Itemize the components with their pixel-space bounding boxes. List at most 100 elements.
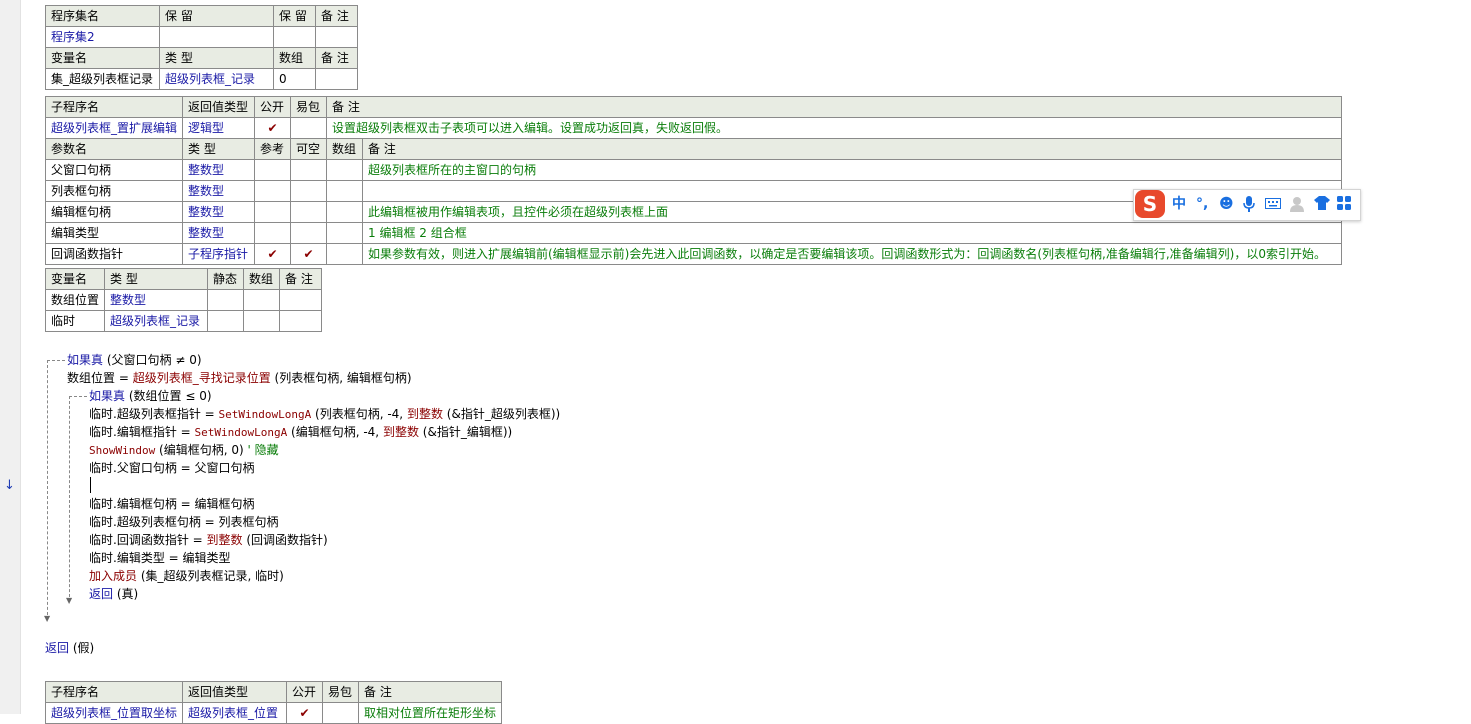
param-note-cell[interactable]: 超级列表框所在的主窗口的句柄	[361, 159, 1343, 181]
param-ref-cell[interactable]	[254, 180, 291, 202]
ime-toolbar[interactable]: S 中 °, ☻	[1133, 189, 1361, 221]
language-toggle[interactable]: 中	[1172, 196, 1186, 212]
code-line[interactable]: 临时.编辑类型 = 编辑类型	[89, 549, 231, 567]
code-line[interactable]: 临时.超级列表框句柄 = 列表框句柄	[89, 513, 279, 531]
code-line[interactable]: 临时.编辑框句柄 = 编辑框句柄	[89, 495, 255, 513]
code-text: 数组位置 =	[67, 371, 133, 385]
code-text: (列表框句柄, -4,	[311, 407, 407, 421]
header-cell: 保 留	[159, 5, 274, 27]
param-arr-cell[interactable]	[326, 180, 363, 202]
subroutine-table-2: 子程序名 返回值类型 公开 易包 备 注 超级列表框_位置取坐标 超级列表框_位…	[45, 681, 502, 724]
param-note-cell[interactable]: 如果参数有效，则进入扩展编辑前(编辑框显示前)会先进入此回调函数，以确定是否要编…	[361, 243, 1343, 265]
flow-guide-line	[47, 360, 48, 620]
punctuation-toggle[interactable]: °,	[1196, 196, 1208, 212]
param-arr-cell[interactable]	[326, 222, 363, 244]
emoji-icon[interactable]: ☻	[1219, 196, 1234, 212]
code-line[interactable]: 加入成员 (集_超级列表框记录, 临时)	[89, 567, 284, 585]
return-type-cell[interactable]: 逻辑型	[182, 117, 255, 139]
param-opt-cell[interactable]	[290, 201, 327, 223]
param-name-cell[interactable]: 父窗口句柄	[45, 159, 183, 181]
param-name-cell[interactable]: 编辑框句柄	[45, 201, 183, 223]
header-cell: 类 型	[182, 138, 255, 160]
flow-end-icon: ▼	[44, 614, 51, 623]
public-check-icon[interactable]: ✔	[254, 117, 291, 139]
var-type-cell[interactable]: 超级列表框_记录	[159, 68, 274, 90]
code-line[interactable]: 临时.父窗口句柄 = 父窗口句柄	[89, 459, 255, 477]
return-type-cell[interactable]: 超级列表框_位置	[182, 702, 287, 724]
local-var-name-cell[interactable]: 数组位置	[45, 289, 105, 311]
local-var-type-cell[interactable]: 整数型	[104, 289, 208, 311]
param-opt-cell[interactable]	[290, 222, 327, 244]
table-cell[interactable]	[315, 68, 358, 90]
param-opt-cell[interactable]	[290, 159, 327, 181]
param-name-cell[interactable]: 编辑类型	[45, 222, 183, 244]
table-cell[interactable]	[279, 310, 322, 332]
param-name-cell[interactable]: 回调函数指针	[45, 243, 183, 265]
public-check-icon[interactable]: ✔	[286, 702, 323, 724]
local-var-name-cell[interactable]: 临时	[45, 310, 105, 332]
code-text: (真)	[113, 587, 139, 601]
param-ref-cell[interactable]	[254, 222, 291, 244]
param-ref-check-icon[interactable]: ✔	[254, 243, 291, 265]
param-type-cell[interactable]: 整数型	[182, 180, 255, 202]
param-name-cell[interactable]: 列表框句柄	[45, 180, 183, 202]
skin-icon[interactable]	[1314, 196, 1330, 214]
table-cell[interactable]	[279, 289, 322, 311]
code-line-empty[interactable]	[89, 477, 91, 493]
param-arr-cell[interactable]	[326, 201, 363, 223]
code-text: 临时.回调函数指针 =	[89, 533, 207, 547]
subroutine-name-cell[interactable]: 超级列表框_置扩展编辑	[45, 117, 183, 139]
table-row[interactable]: 临时 超级列表框_记录	[45, 310, 322, 332]
code-line[interactable]: 临时.超级列表框指针 = SetWindowLongA (列表框句柄, -4, …	[89, 405, 560, 424]
param-note-cell[interactable]: 1 编辑框 2 组合框	[361, 222, 1343, 244]
code-line[interactable]: 临时.编辑框指针 = SetWindowLongA (编辑框句柄, -4, 到整…	[89, 423, 512, 442]
header-cell: 变量名	[45, 47, 160, 69]
table-cell[interactable]	[243, 310, 280, 332]
sogou-logo-icon[interactable]: S	[1135, 190, 1165, 218]
table-cell[interactable]	[290, 117, 327, 139]
table-cell[interactable]	[322, 702, 359, 724]
table-cell[interactable]	[159, 26, 274, 48]
code-line[interactable]: ShowWindow (编辑框句柄, 0) ' 隐藏	[89, 441, 279, 460]
table-cell[interactable]	[243, 289, 280, 311]
table-row[interactable]: 回调函数指针 子程序指针 ✔ ✔ 如果参数有效，则进入扩展编辑前(编辑框显示前)…	[45, 243, 1343, 265]
left-gutter: ↓	[0, 0, 21, 714]
subroutine-note-cell[interactable]: 设置超级列表框双击子表项可以进入编辑。设置成功返回真，失败返回假。	[325, 117, 1343, 139]
code-line[interactable]: 如果真 (父窗口句柄 ≠ 0)	[67, 351, 202, 369]
param-ref-cell[interactable]	[254, 159, 291, 181]
param-opt-check-icon[interactable]: ✔	[290, 243, 327, 265]
assembly-name-cell[interactable]: 程序集2	[45, 26, 160, 48]
table-cell[interactable]	[315, 26, 358, 48]
subroutine-note-cell[interactable]: 取相对位置所在矩形坐标	[358, 702, 502, 724]
subroutine-name-cell[interactable]: 超级列表框_位置取坐标	[45, 702, 183, 724]
param-opt-cell[interactable]	[290, 180, 327, 202]
grid-icon[interactable]	[1337, 196, 1351, 214]
table-cell[interactable]	[273, 26, 316, 48]
local-var-type-cell[interactable]: 超级列表框_记录	[104, 310, 208, 332]
header-cell: 静态	[207, 268, 244, 290]
code-line[interactable]: 数组位置 = 超级列表框_寻找记录位置 (列表框句柄, 编辑框句柄)	[67, 369, 412, 387]
param-type-cell[interactable]: 整数型	[182, 159, 255, 181]
function-name: 到整数	[382, 425, 419, 439]
var-name-cell[interactable]: 集_超级列表框记录	[45, 68, 160, 90]
param-type-cell[interactable]: 整数型	[182, 222, 255, 244]
param-arr-cell[interactable]	[326, 243, 363, 265]
code-line[interactable]: 临时.回调函数指针 = 到整数 (回调函数指针)	[89, 531, 328, 549]
param-type-cell[interactable]: 整数型	[182, 201, 255, 223]
table-cell[interactable]	[207, 289, 244, 311]
param-arr-cell[interactable]	[326, 159, 363, 181]
code-line[interactable]: 返回 (真)	[89, 585, 138, 603]
mic-icon[interactable]	[1243, 196, 1255, 216]
param-type-cell[interactable]: 子程序指针	[182, 243, 255, 265]
header-cell: 易包	[290, 96, 327, 118]
table-row[interactable]: 数组位置 整数型	[45, 289, 322, 311]
var-array-cell[interactable]: 0	[273, 68, 316, 90]
code-line[interactable]: 如果真 (数组位置 ≤ 0)	[89, 387, 212, 405]
table-row[interactable]: 父窗口句柄 整数型 超级列表框所在的主窗口的句柄	[45, 159, 1343, 181]
table-cell[interactable]	[207, 310, 244, 332]
table-row[interactable]: 编辑类型 整数型 1 编辑框 2 组合框	[45, 222, 1343, 244]
keyboard-icon[interactable]	[1265, 196, 1281, 214]
code-line[interactable]: 返回 (假)	[45, 639, 94, 657]
param-ref-cell[interactable]	[254, 201, 291, 223]
user-icon[interactable]	[1290, 196, 1304, 216]
